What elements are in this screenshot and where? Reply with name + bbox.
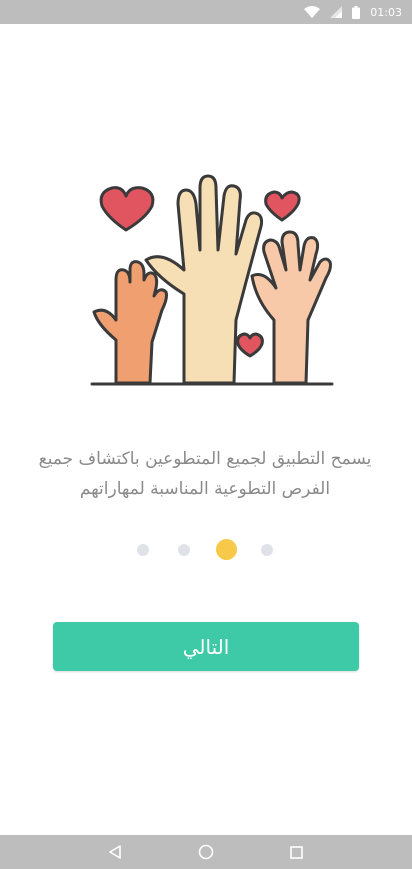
status-time: 01:03	[370, 5, 402, 19]
next-button[interactable]: التالي	[53, 622, 359, 671]
page-dot-3-active[interactable]	[216, 539, 237, 560]
back-icon[interactable]	[103, 840, 127, 864]
raised-hands-hearts-illustration	[86, 170, 336, 390]
page-dot-4[interactable]	[261, 544, 273, 556]
onboarding-description: يسمح التطبيق لجميع المتطوعين باكتشاف جمي…	[38, 449, 372, 499]
status-bar: 01:03	[0, 0, 412, 24]
signal-icon	[330, 6, 343, 18]
system-nav-bar	[0, 835, 412, 869]
wifi-icon	[304, 6, 321, 18]
page-indicator	[0, 538, 412, 562]
recents-icon[interactable]	[285, 840, 309, 864]
page-dot-1[interactable]	[137, 544, 149, 556]
battery-icon	[352, 5, 361, 19]
page-dot-2[interactable]	[178, 544, 190, 556]
home-icon[interactable]	[194, 840, 218, 864]
